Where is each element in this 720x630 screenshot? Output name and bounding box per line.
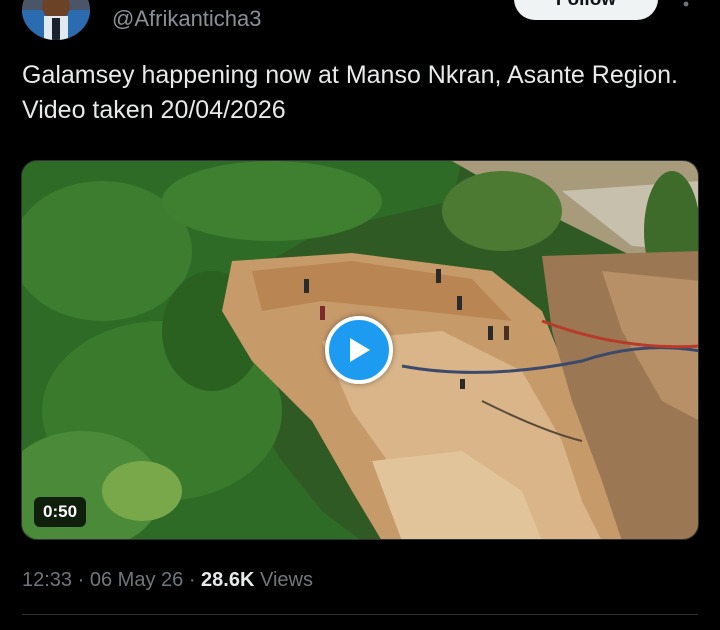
more-icon[interactable] [672, 0, 700, 14]
post-detail: @Afrikanticha3 Follow Galamsey happening… [0, 0, 720, 630]
views-label: Views [259, 569, 313, 591]
follow-button[interactable]: Follow [514, 0, 658, 20]
post-meta: 12:33 · 06 May 26 · 28.6K Views [22, 566, 313, 594]
divider [22, 614, 698, 615]
play-icon [350, 338, 370, 362]
author-handle[interactable]: @Afrikanticha3 [112, 6, 262, 32]
meta-separator: · [77, 569, 85, 591]
video-duration: 0:50 [34, 497, 87, 527]
post-text: Galamsey happening now at Manso Nkran, A… [22, 61, 678, 124]
video-player[interactable]: 0:50 [21, 160, 699, 540]
play-button[interactable] [325, 316, 393, 384]
post-time[interactable]: 12:33 [22, 569, 72, 591]
avatar[interactable] [22, 0, 90, 40]
meta-separator: · [188, 569, 196, 591]
views-count: 28.6K [201, 569, 255, 591]
post-date[interactable]: 06 May 26 [90, 569, 183, 591]
